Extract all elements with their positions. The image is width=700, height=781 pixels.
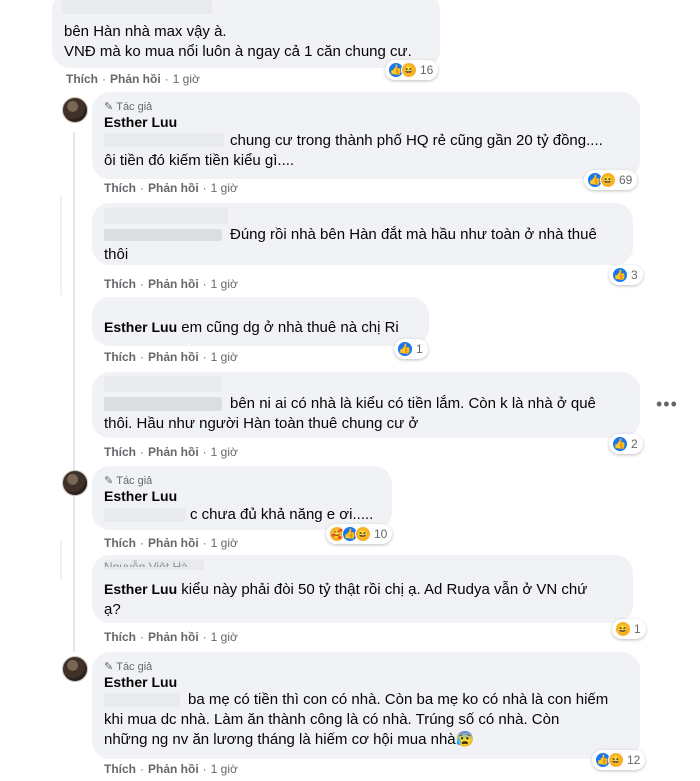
haha-icon: 😆 [615,621,631,637]
like-link[interactable]: Thích [104,630,136,644]
reply-link[interactable]: Phản hồi [148,630,199,644]
haha-icon: 😆 [608,752,624,768]
comment-text-2: chung cư trong thành phố HQ rẻ cũng gần … [104,132,603,169]
comment-actions-6: Thích · Phản hồi · 1 giờ [104,536,238,550]
comment-text-8: ba mẹ có tiền thì con có nhà. Còn ba mẹ … [104,691,609,748]
reaction-summary-2[interactable]: 👍 😆 69 [584,170,638,190]
like-link[interactable]: Thích [104,536,136,550]
comment-text-1: bên Hàn nhà max vậy à. VNĐ mà ko mua nổi… [64,23,412,60]
timestamp[interactable]: 1 giờ [173,72,200,86]
timestamp[interactable]: 1 giờ [211,277,238,291]
blurred-name [62,0,212,14]
reply-link[interactable]: Phản hồi [110,72,161,86]
timestamp[interactable]: 1 giờ [211,630,238,644]
comment-actions-5: Thích · Phản hồi · 1 giờ [104,445,238,459]
pen-icon: ✎ [104,661,114,673]
reaction-count: 1 [634,622,641,636]
comment-actions-7: Thích · Phản hồi · 1 giờ [104,630,238,644]
blurred-mention [104,508,186,522]
pen-icon: ✎ [104,101,114,113]
reaction-count: 3 [631,268,638,282]
timestamp[interactable]: 1 giờ [211,536,238,550]
reaction-count: 69 [619,173,633,187]
comment-text-6: c chưa đủ khả năng e ơi..... [190,506,374,523]
avatar[interactable] [62,470,88,496]
haha-icon: 😆 [600,172,616,188]
like-link[interactable]: Thích [104,181,136,195]
reply-link[interactable]: Phản hồi [148,762,199,776]
reaction-summary-3[interactable]: 👍 3 [609,265,643,285]
comment-actions-4: Thích · Phản hồi · 1 giờ [104,350,238,364]
reaction-summary-7[interactable]: 😆 1 [612,619,646,639]
author-badge: ✎ Tác giả [104,660,153,674]
partial-name: Nguyễn Việt Hà [104,560,188,567]
like-icon: 👍 [612,267,628,283]
more-options-icon[interactable]: ••• [656,394,678,415]
comment-text-4: Esther Luu em cũng dg ở nhà thuê nà chị … [104,319,399,336]
reaction-summary-5[interactable]: 👍 2 [609,434,643,454]
timestamp[interactable]: 1 giờ [211,445,238,459]
author-name[interactable]: Esther Luu [104,488,380,504]
reaction-summary-6[interactable]: 🥰 👍 😆 10 [326,524,393,544]
reaction-count: 10 [374,527,388,541]
comment-text-5: bên ni ai có nhà là kiểu có tiền lắm. Cò… [104,395,596,432]
haha-icon: 😆 [401,62,417,78]
like-link[interactable]: Thích [104,277,136,291]
comment-actions-8: Thích · Phản hồi · 1 giờ [104,762,238,776]
reaction-summary-8[interactable]: 👍 😆 12 [592,750,646,770]
like-link[interactable]: Thích [104,445,136,459]
reaction-summary-1[interactable]: 👍 😆 16 [385,60,439,80]
comment-actions-3: Thích · Phản hồi · 1 giờ [104,277,238,291]
reply-link[interactable]: Phản hồi [148,181,199,195]
timestamp[interactable]: 1 giờ [211,350,238,364]
like-link[interactable]: Thích [104,762,136,776]
timestamp[interactable]: 1 giờ [211,762,238,776]
reaction-summary-4[interactable]: 👍 1 [394,339,428,359]
reply-link[interactable]: Phản hồi [148,536,199,550]
author-name[interactable]: Esther Luu [104,319,177,335]
like-link[interactable]: Thích [104,350,136,364]
avatar[interactable] [62,656,88,682]
reaction-count: 12 [627,753,641,767]
reaction-count: 2 [631,437,638,451]
author-name[interactable]: Esther Luu [104,114,628,130]
comment-actions-2: Thích · Phản hồi · 1 giờ [104,181,238,195]
author-name[interactable]: Esther Luu [104,674,628,690]
like-icon: 👍 [397,341,413,357]
comment-text-7: Esther Luu kiểu này phải đòi 50 tỷ thật … [104,581,588,618]
avatar[interactable] [62,97,88,123]
haha-icon: 😆 [355,526,371,542]
reaction-count: 1 [416,342,423,356]
comment-text-3: Đúng rồi nhà bên Hàn đắt mà hầu như toàn… [104,226,597,263]
blurred-name [104,376,222,392]
like-link[interactable]: Thích [66,72,98,86]
like-icon: 👍 [612,436,628,452]
reaction-count: 16 [420,63,434,77]
blurred-name [104,208,228,224]
author-name[interactable]: Esther Luu [104,581,177,597]
reply-link[interactable]: Phản hồi [148,350,199,364]
comment-actions-1: Thích · Phản hồi · 1 giờ [66,72,200,86]
reply-link[interactable]: Phản hồi [148,277,199,291]
author-badge: ✎ Tác giả [104,474,153,488]
pen-icon: ✎ [104,475,114,487]
author-badge: ✎ Tác giả [104,100,153,114]
reply-link[interactable]: Phản hồi [148,445,199,459]
timestamp[interactable]: 1 giờ [211,181,238,195]
